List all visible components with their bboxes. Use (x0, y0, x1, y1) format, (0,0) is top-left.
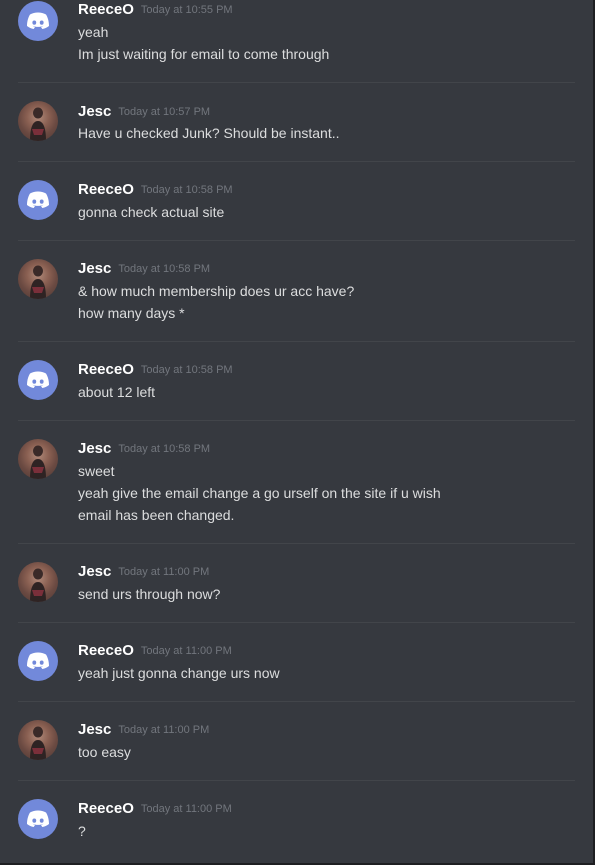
message-divider (18, 780, 575, 781)
message-divider (18, 82, 575, 83)
discord-logo-icon[interactable] (18, 799, 58, 839)
user-avatar[interactable] (18, 101, 58, 141)
message-author[interactable]: Jesc Today at 11:00 PM (78, 720, 209, 741)
author-name[interactable]: Jesc (78, 563, 111, 580)
discord-logo-icon[interactable] (18, 180, 58, 220)
message-timestamp: Today at 11:00 PM (140, 645, 232, 657)
message-author[interactable]: Jesc Today at 10:58 PM (78, 259, 210, 280)
user-avatar[interactable] (18, 562, 58, 602)
author-name[interactable]: ReeceO (78, 181, 134, 198)
message-timestamp: Today at 11:00 PM (118, 566, 210, 578)
message-text: gonna check actual site (78, 204, 225, 220)
author-name[interactable]: ReeceO (78, 800, 134, 817)
message-text: yeah (78, 24, 109, 40)
author-name[interactable]: Jesc (78, 103, 111, 120)
author-name[interactable]: Jesc (78, 721, 111, 738)
message-divider (18, 341, 575, 342)
message-timestamp: Today at 10:58 PM (118, 443, 211, 455)
message-text: how many days * (78, 305, 185, 321)
message-text: sweet (78, 463, 115, 479)
message-timestamp: Today at 11:00 PM (118, 724, 210, 736)
message-timestamp: Today at 10:55 PM (140, 4, 233, 16)
message-text: yeah just gonna change urs now (78, 665, 280, 681)
author-name[interactable]: Jesc (78, 260, 111, 277)
message-author[interactable]: Jesc Today at 11:00 PM (78, 562, 209, 583)
message-divider (18, 240, 575, 241)
message-timestamp: Today at 11:00 PM (140, 803, 232, 815)
message-timestamp: Today at 10:57 PM (118, 106, 211, 118)
message-divider (18, 701, 575, 702)
message-text: Im just waiting for email to come throug… (78, 46, 330, 62)
user-avatar[interactable] (18, 720, 58, 760)
message-text: & how much membership does ur acc have? (78, 283, 355, 299)
message-timestamp: Today at 10:58 PM (140, 364, 233, 376)
author-name[interactable]: ReeceO (78, 1, 134, 18)
chat-message-list: ReeceO Today at 10:55 PM yeah Im just wai… (0, 0, 595, 865)
message-divider (18, 543, 575, 544)
message-author[interactable]: ReeceO Today at 10:58 PM (78, 180, 233, 201)
message-author[interactable]: Jesc Today at 10:58 PM (78, 439, 210, 460)
message-divider (18, 622, 575, 623)
message-text: Have u checked Junk? Should be instant.. (78, 125, 340, 141)
discord-logo-icon[interactable] (18, 1, 58, 41)
message-divider (18, 161, 575, 162)
message-text: ? (78, 823, 86, 839)
message-author[interactable]: ReeceO Today at 10:58 PM (78, 360, 233, 381)
message-author[interactable]: Jesc Today at 10:57 PM (78, 102, 210, 123)
discord-logo-icon[interactable] (18, 360, 58, 400)
user-avatar[interactable] (18, 439, 58, 479)
message-author[interactable]: ReeceO Today at 11:00 PM (78, 799, 232, 820)
discord-logo-icon[interactable] (18, 641, 58, 681)
author-name[interactable]: ReeceO (78, 361, 134, 378)
message-text: send urs through now? (78, 586, 221, 602)
message-author[interactable]: ReeceO Today at 10:55 PM (78, 0, 233, 21)
message-text: email has been changed. (78, 507, 235, 523)
message-text: too easy (78, 744, 131, 760)
user-avatar[interactable] (18, 259, 58, 299)
message-text: yeah give the email change a go urself o… (78, 485, 441, 501)
message-text: about 12 left (78, 384, 156, 400)
message-timestamp: Today at 10:58 PM (118, 263, 211, 275)
message-author[interactable]: ReeceO Today at 11:00 PM (78, 641, 232, 662)
author-name[interactable]: Jesc (78, 440, 111, 457)
author-name[interactable]: ReeceO (78, 642, 134, 659)
message-timestamp: Today at 10:58 PM (140, 184, 233, 196)
message-divider (18, 420, 575, 421)
